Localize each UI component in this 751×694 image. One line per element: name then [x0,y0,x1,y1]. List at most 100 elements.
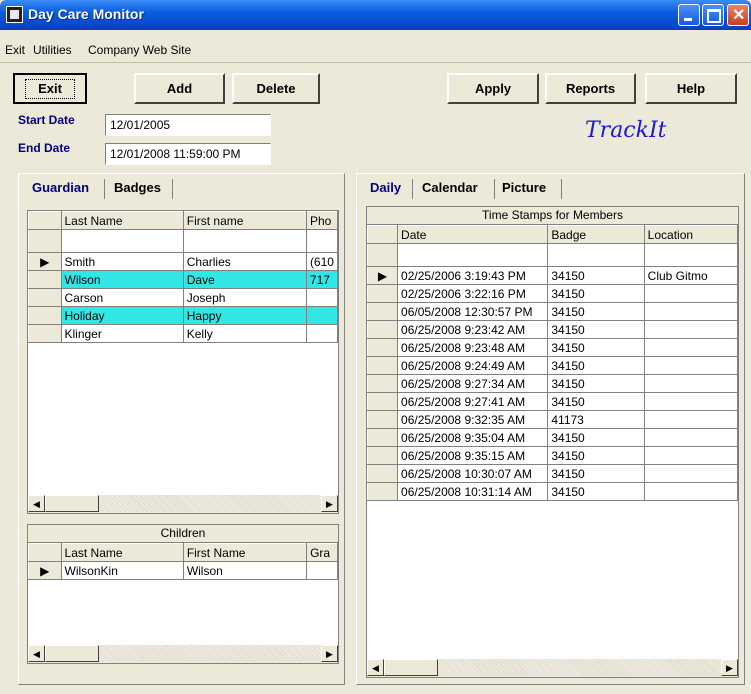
table-row[interactable]: 06/25/2008 9:35:04 AM 34150 [367,428,738,447]
cell-first-name[interactable]: Charlies [183,252,307,271]
add-button[interactable]: Add [134,73,225,104]
cell-last-name[interactable]: WilsonKin [61,561,184,580]
close-button[interactable]: ✕ [727,4,749,26]
table-row[interactable]: ▶ 02/25/2006 3:19:43 PM 34150 Club Gitmo [367,266,738,285]
filter-cell[interactable] [183,229,307,253]
cell-badge[interactable]: 34150 [547,356,645,375]
scroll-track[interactable] [438,659,721,676]
row-selector[interactable]: ▶ [367,266,399,285]
cell-location[interactable] [644,446,738,465]
cell-badge[interactable]: 41173 [547,410,645,429]
table-row[interactable]: 02/25/2006 3:22:16 PM 34150 [367,284,738,303]
row-selector[interactable] [367,428,399,447]
cell-phone[interactable] [306,324,338,343]
scroll-thumb[interactable] [384,659,438,676]
table-row[interactable]: 06/25/2008 9:23:42 AM 34150 [367,320,738,339]
filter-cell[interactable] [547,243,645,267]
tab-badges[interactable]: Badges [114,176,161,200]
apply-button[interactable]: Apply [447,73,539,104]
menu-utilities[interactable]: Utilities [33,43,72,57]
table-row[interactable]: 06/05/2008 12:30:57 PM 34150 [367,302,738,321]
row-selector[interactable] [367,392,399,411]
filter-cell[interactable] [644,243,738,267]
tab-guardian[interactable]: Guardian [32,176,90,200]
row-selector[interactable] [367,464,399,483]
cell-date[interactable]: 06/25/2008 10:31:14 AM [397,482,549,501]
cell-badge[interactable]: 34150 [547,374,645,393]
scroll-left-icon[interactable]: ◀ [28,495,45,512]
cell-date[interactable]: 06/25/2008 9:27:41 AM [397,392,549,411]
cell-date[interactable]: 06/25/2008 9:35:04 AM [397,428,549,447]
row-selector[interactable] [28,288,62,307]
tab-picture[interactable]: Picture [502,176,547,200]
column-header[interactable]: Location [643,225,738,244]
cell-date[interactable]: 06/25/2008 9:27:34 AM [397,374,549,393]
cell-first-name[interactable]: Wilson [183,561,308,580]
guardian-hscrollbar[interactable]: ◀ ▶ [28,495,338,513]
table-row[interactable]: 06/25/2008 9:23:48 AM 34150 [367,338,738,357]
row-selector[interactable] [28,306,62,325]
cell-location[interactable] [644,428,738,447]
cell-location[interactable] [644,482,738,501]
table-row[interactable]: Carson Joseph [28,288,338,307]
cell-phone[interactable]: 717 [306,270,338,289]
row-selector[interactable] [28,324,62,343]
scroll-left-icon[interactable]: ◀ [367,659,384,676]
table-row[interactable]: 06/25/2008 9:24:49 AM 34150 [367,356,738,375]
cell-location[interactable] [644,374,738,393]
row-selector[interactable] [367,374,399,393]
cell-location[interactable] [644,302,738,321]
cell-location[interactable] [644,320,738,339]
table-row[interactable]: ▶ Smith Charlies (610 [28,252,338,271]
exit-button[interactable]: Exit [13,73,87,104]
scroll-right-icon[interactable]: ▶ [321,645,338,662]
cell-badge[interactable]: 34150 [547,320,645,339]
cell-last-name[interactable]: Smith [61,252,184,271]
cell-badge[interactable]: 34150 [547,266,645,285]
column-header[interactable]: Last Name [60,543,184,562]
cell-location[interactable] [644,464,738,483]
row-selector[interactable] [367,356,399,375]
menu-company-web-site[interactable]: Company Web Site [88,43,191,57]
table-row[interactable]: 06/25/2008 9:32:35 AM 41173 [367,410,738,429]
table-row[interactable]: 06/25/2008 10:31:14 AM 34150 [367,482,738,501]
cell-date[interactable]: 06/25/2008 9:23:48 AM [397,338,549,357]
cell-grade[interactable] [306,561,338,580]
cell-location[interactable]: Club Gitmo [644,266,738,285]
column-header[interactable]: Last Name [60,211,184,230]
scroll-thumb[interactable] [45,645,99,662]
table-row[interactable]: 06/25/2008 9:27:34 AM 34150 [367,374,738,393]
column-header[interactable]: Date [397,225,549,244]
table-row[interactable]: Holiday Happy [28,306,338,325]
row-selector[interactable] [28,270,62,289]
scroll-right-icon[interactable]: ▶ [721,659,738,676]
scroll-left-icon[interactable]: ◀ [28,645,45,662]
cell-date[interactable]: 06/25/2008 9:32:35 AM [397,410,549,429]
children-hscrollbar[interactable]: ◀ ▶ [28,645,338,663]
filter-cell[interactable] [306,229,338,253]
row-selector[interactable] [367,446,399,465]
table-row[interactable]: Wilson Dave 717 [28,270,338,289]
cell-phone[interactable] [306,288,338,307]
table-row[interactable]: 06/25/2008 9:27:41 AM 34150 [367,392,738,411]
cell-date[interactable]: 06/25/2008 9:35:15 AM [397,446,549,465]
menu-exit[interactable]: Exit [5,43,25,57]
column-header[interactable]: Gra [306,543,338,562]
cell-badge[interactable]: 34150 [547,392,645,411]
cell-location[interactable] [644,392,738,411]
row-selector[interactable] [367,338,399,357]
tab-daily[interactable]: Daily [370,176,402,200]
scroll-track[interactable] [99,645,321,662]
scroll-track[interactable] [99,495,321,512]
cell-first-name[interactable]: Happy [183,306,307,325]
cell-badge[interactable]: 34150 [547,428,645,447]
row-selector[interactable] [367,410,399,429]
minimize-button[interactable] [678,4,700,26]
row-selector[interactable] [367,284,399,303]
row-selector[interactable] [367,482,399,501]
table-row[interactable]: 06/25/2008 9:35:15 AM 34150 [367,446,738,465]
cell-date[interactable]: 02/25/2006 3:22:16 PM [397,284,549,303]
cell-date[interactable]: 06/25/2008 10:30:07 AM [397,464,549,483]
cell-last-name[interactable]: Holiday [61,306,184,325]
cell-first-name[interactable]: Kelly [183,324,307,343]
